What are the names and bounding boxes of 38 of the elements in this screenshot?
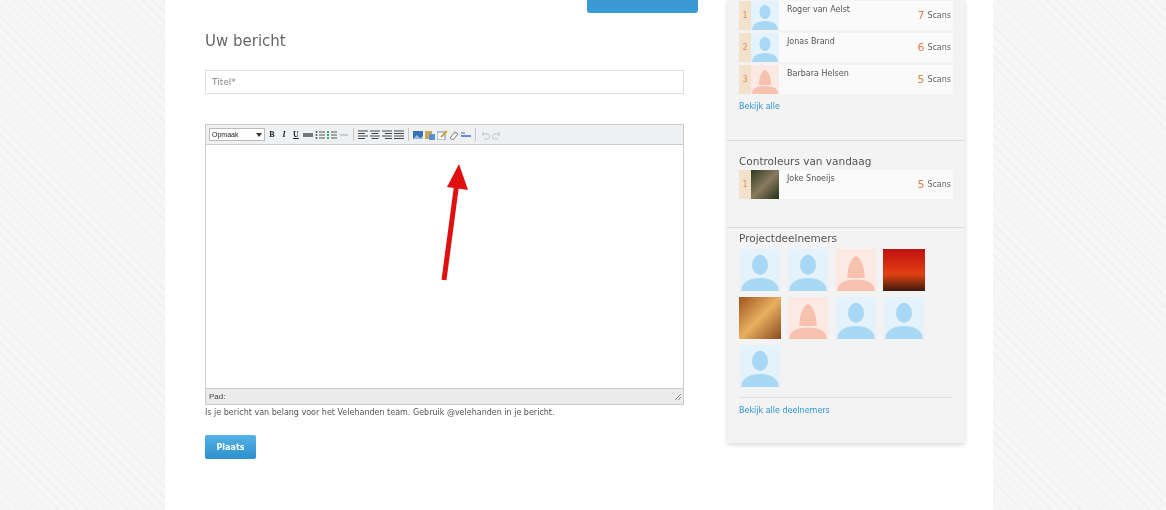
resize-grip-icon[interactable] [674,393,681,400]
edit-icon[interactable] [437,129,447,140]
user-name: Barbara Helsen [787,69,850,80]
scan-unit: Scans [927,180,951,189]
scan-unit: Scans [927,75,951,84]
bold-button[interactable]: B [267,130,277,139]
align-center-icon[interactable] [370,129,380,140]
image-icon[interactable] [413,129,423,140]
paste-icon[interactable] [425,129,435,140]
caret-icon [256,132,262,137]
user-name: Jonas Brand [787,37,836,48]
align-right-icon[interactable] [382,129,392,140]
section-title: Controleurs van vandaag [739,155,873,167]
path-label: Pad: [209,392,226,401]
user-name: Roger van Aelst [787,5,851,16]
section-heading: Uw bericht [205,32,287,52]
rank-number: 2 [739,33,751,62]
title-field[interactable]: Titel* [205,70,684,94]
section-title: Projectdeelnemers [739,232,839,244]
eraser-icon[interactable] [449,129,459,140]
bulleted-list-icon[interactable] [315,129,325,140]
align-left-icon[interactable] [358,129,368,140]
scan-count: 5 [917,178,925,191]
justify-icon[interactable] [394,129,404,140]
rank-number: 1 [739,1,751,30]
scan-unit: Scans [927,11,951,20]
numbered-list-icon[interactable] [327,129,337,140]
underline-button[interactable]: U [291,130,301,139]
rank-number: 1 [739,170,751,199]
italic-button[interactable]: I [279,130,289,139]
scan-count: 5 [917,73,925,86]
user-name: Joke Snoeijs [787,174,836,185]
scan-unit: Scans [927,43,951,52]
scan-count: 6 [917,41,925,54]
code-icon[interactable] [461,129,471,140]
scan-count: 7 [917,9,925,22]
rank-number: 3 [739,65,751,94]
hint-text: Is je bericht van belang voor het Velehanden team. Gebruik @velehanden in je bericht. [205,408,556,417]
